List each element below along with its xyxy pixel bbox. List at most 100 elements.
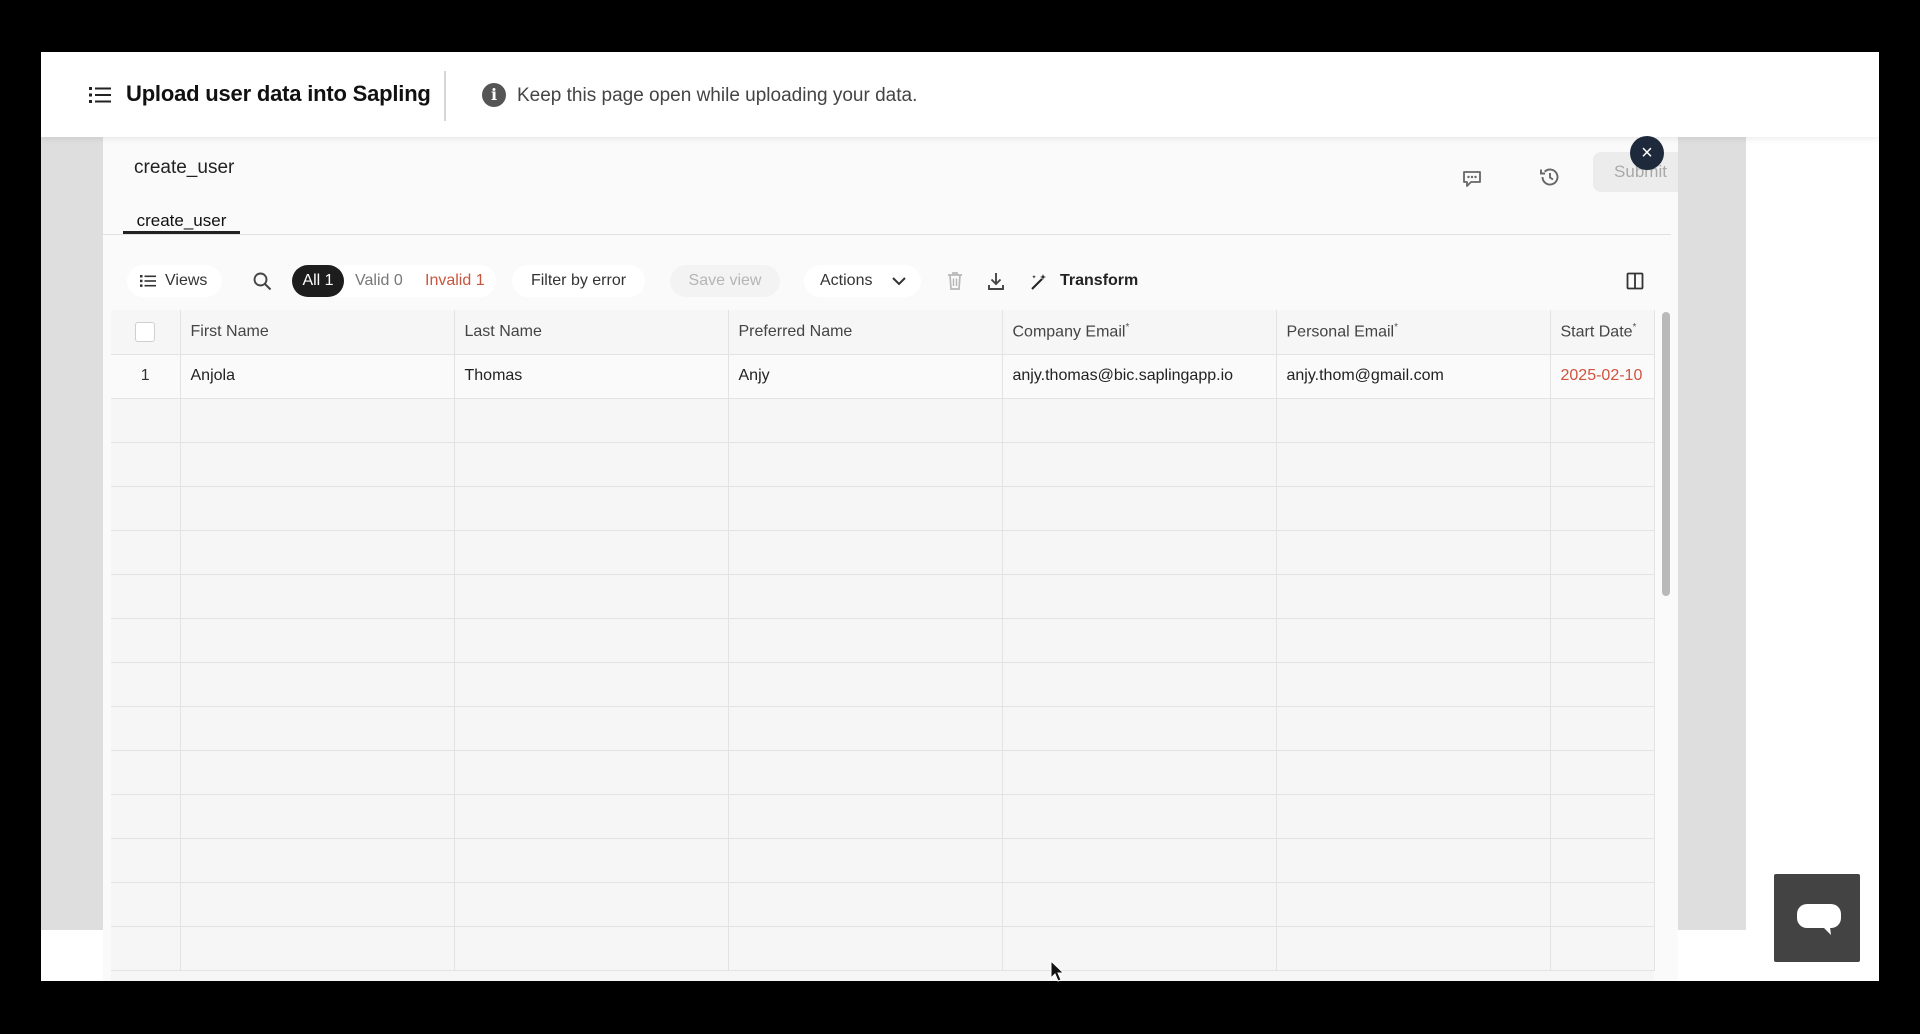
empty-cell[interactable] [1276, 838, 1551, 883]
select-all-checkbox[interactable] [135, 321, 156, 342]
column-header-personal-email[interactable]: Personal Email* [1276, 310, 1551, 355]
empty-cell[interactable] [1550, 486, 1655, 531]
empty-cell[interactable] [180, 574, 455, 619]
empty-cell[interactable] [728, 794, 1003, 839]
empty-cell[interactable] [454, 794, 729, 839]
empty-cell[interactable] [1550, 530, 1655, 575]
empty-cell[interactable] [180, 618, 455, 663]
column-header-first-name[interactable]: First Name [180, 310, 455, 355]
empty-cell[interactable] [1550, 794, 1655, 839]
empty-cell[interactable] [728, 398, 1003, 443]
empty-cell[interactable] [1276, 882, 1551, 927]
empty-cell[interactable] [1002, 618, 1277, 663]
empty-cell[interactable] [728, 530, 1003, 575]
empty-cell[interactable] [1550, 618, 1655, 663]
empty-cell[interactable] [1550, 706, 1655, 751]
empty-cell[interactable] [1550, 750, 1655, 795]
list-icon[interactable] [89, 86, 111, 104]
empty-cell[interactable] [1002, 706, 1277, 751]
filter-valid[interactable]: Valid 0 [355, 265, 403, 297]
empty-cell[interactable] [180, 838, 455, 883]
empty-cell[interactable] [1550, 398, 1655, 443]
close-button[interactable]: × [1630, 136, 1664, 170]
empty-cell[interactable] [1276, 662, 1551, 707]
empty-cell[interactable] [728, 838, 1003, 883]
trash-icon[interactable] [945, 270, 965, 292]
empty-cell[interactable] [728, 882, 1003, 927]
column-header-last-name[interactable]: Last Name [454, 310, 729, 355]
empty-cell[interactable] [1276, 486, 1551, 531]
empty-cell[interactable] [1002, 794, 1277, 839]
cell-personal-email[interactable]: anjy.thom@gmail.com [1276, 354, 1551, 399]
empty-cell[interactable] [454, 618, 729, 663]
empty-cell[interactable] [1550, 838, 1655, 883]
empty-cell[interactable] [1002, 530, 1277, 575]
empty-cell[interactable] [1276, 442, 1551, 487]
empty-cell[interactable] [1002, 486, 1277, 531]
empty-cell[interactable] [454, 442, 729, 487]
empty-cell[interactable] [1002, 882, 1277, 927]
empty-cell[interactable] [1276, 926, 1551, 971]
empty-cell[interactable] [1276, 750, 1551, 795]
empty-cell[interactable] [454, 662, 729, 707]
empty-cell[interactable] [1276, 706, 1551, 751]
empty-cell[interactable] [1002, 398, 1277, 443]
cell-last-name[interactable]: Thomas [454, 354, 729, 399]
empty-cell[interactable] [454, 530, 729, 575]
empty-cell[interactable] [180, 442, 455, 487]
filter-by-error-button[interactable]: Filter by error [512, 265, 645, 297]
cell-company-email[interactable]: anjy.thomas@bic.saplingapp.io [1002, 354, 1277, 399]
empty-cell[interactable] [728, 662, 1003, 707]
empty-cell[interactable] [1550, 926, 1655, 971]
empty-cell[interactable] [454, 838, 729, 883]
empty-cell[interactable] [1550, 442, 1655, 487]
tab-create-user[interactable]: create_user [123, 199, 240, 234]
empty-cell[interactable] [454, 750, 729, 795]
empty-cell[interactable] [728, 486, 1003, 531]
empty-cell[interactable] [180, 662, 455, 707]
empty-cell[interactable] [454, 574, 729, 619]
history-icon[interactable] [1538, 165, 1562, 189]
empty-cell[interactable] [454, 398, 729, 443]
empty-cell[interactable] [180, 530, 455, 575]
empty-cell[interactable] [180, 706, 455, 751]
column-header-company-email[interactable]: Company Email* [1002, 310, 1277, 355]
empty-cell[interactable] [180, 926, 455, 971]
empty-cell[interactable] [1002, 442, 1277, 487]
download-icon[interactable] [986, 270, 1006, 292]
empty-cell[interactable] [1002, 662, 1277, 707]
empty-cell[interactable] [1276, 794, 1551, 839]
empty-cell[interactable] [454, 486, 729, 531]
empty-cell[interactable] [728, 442, 1003, 487]
empty-cell[interactable] [180, 750, 455, 795]
cell-preferred-name[interactable]: Anjy [728, 354, 1003, 399]
scrollbar-thumb[interactable] [1662, 312, 1670, 596]
column-header-start-date[interactable]: Start Date* [1550, 310, 1655, 355]
empty-cell[interactable] [1550, 882, 1655, 927]
empty-cell[interactable] [454, 882, 729, 927]
empty-cell[interactable] [1276, 618, 1551, 663]
empty-cell[interactable] [728, 706, 1003, 751]
transform-button[interactable]: Transform [1030, 265, 1138, 297]
actions-dropdown[interactable]: Actions [804, 265, 921, 297]
views-button[interactable]: Views [127, 265, 222, 297]
empty-cell[interactable] [1550, 662, 1655, 707]
empty-cell[interactable] [1002, 750, 1277, 795]
empty-cell[interactable] [1002, 926, 1277, 971]
empty-cell[interactable] [454, 926, 729, 971]
filter-invalid[interactable]: Invalid 1 [425, 265, 485, 297]
empty-cell[interactable] [454, 706, 729, 751]
column-header-preferred-name[interactable]: Preferred Name [728, 310, 1003, 355]
empty-cell[interactable] [180, 486, 455, 531]
empty-cell[interactable] [728, 574, 1003, 619]
cell-first-name[interactable]: Anjola [180, 354, 455, 399]
empty-cell[interactable] [728, 926, 1003, 971]
save-view-button[interactable]: Save view [670, 265, 780, 297]
empty-cell[interactable] [728, 618, 1003, 663]
filter-all[interactable]: All 1 [292, 265, 344, 297]
empty-cell[interactable] [180, 882, 455, 927]
columns-icon[interactable] [1625, 271, 1645, 291]
empty-cell[interactable] [1276, 398, 1551, 443]
empty-cell[interactable] [1276, 574, 1551, 619]
cell-start-date-invalid[interactable]: 2025-02-10 [1550, 354, 1655, 399]
